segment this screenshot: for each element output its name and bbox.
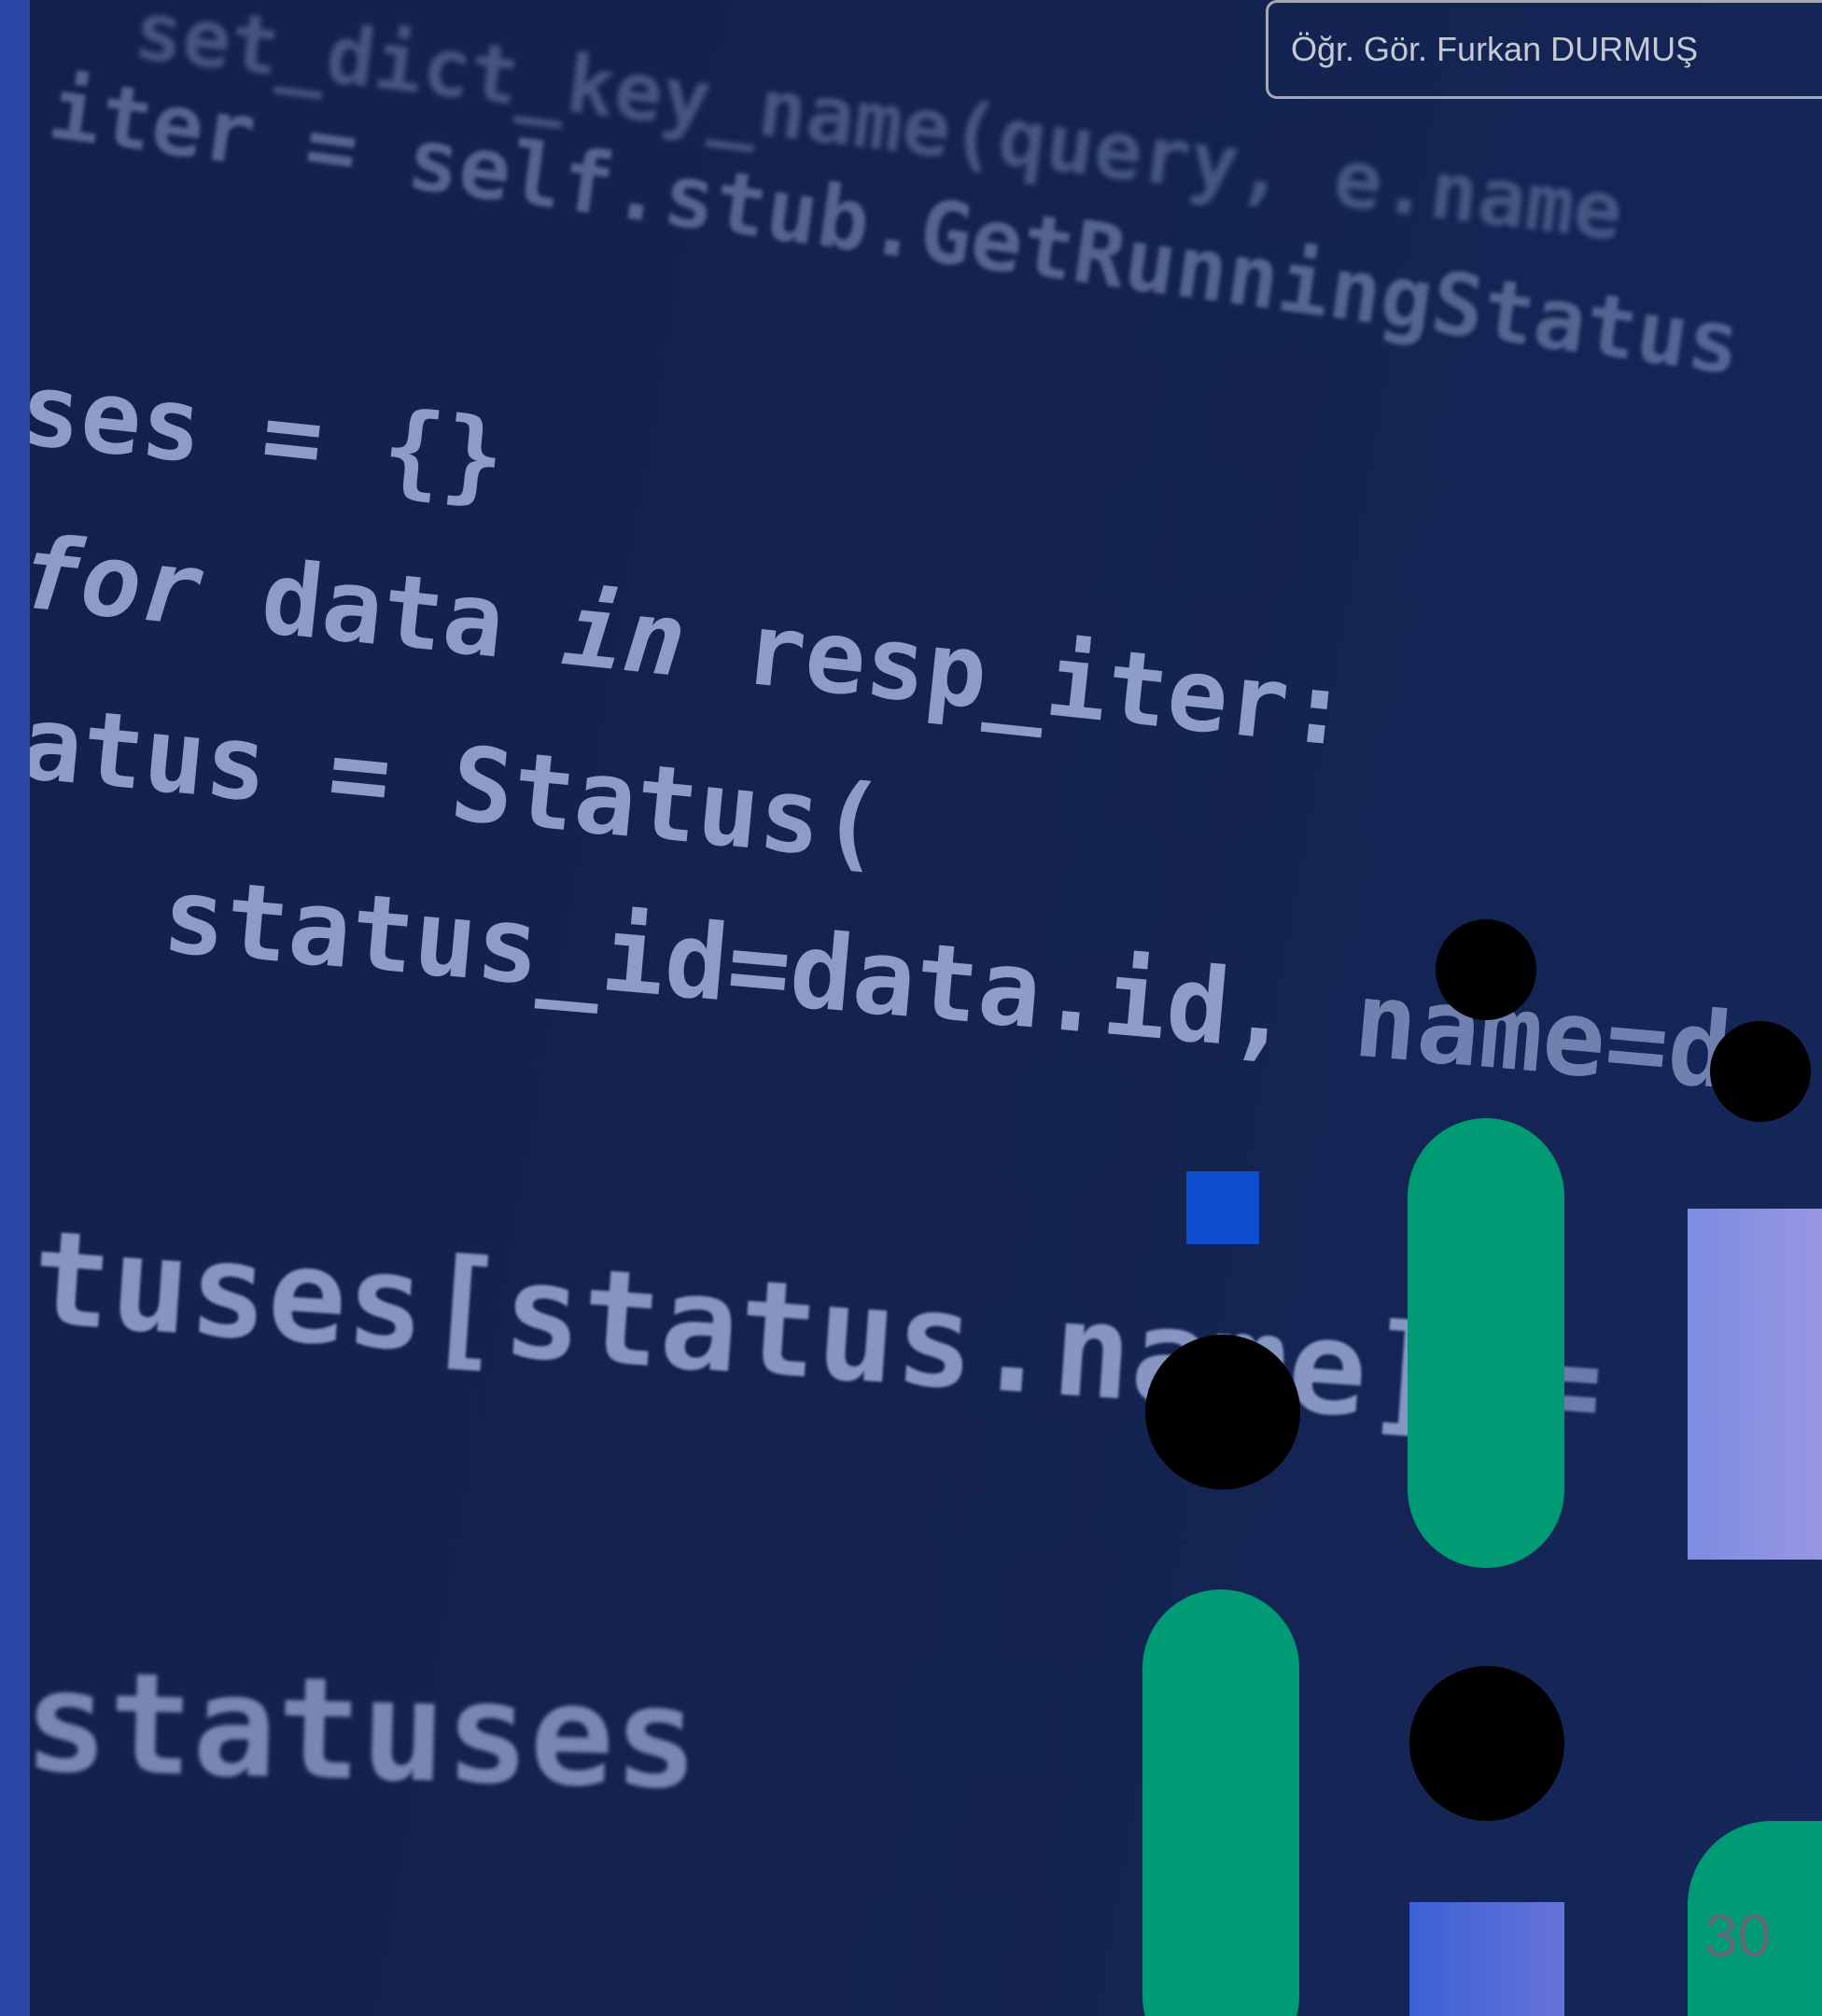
decor-pill: [1408, 1118, 1564, 1568]
author-label: Öğr. Gör. Furkan DURMUŞ: [1266, 0, 1822, 99]
decor-dot: [1145, 1335, 1300, 1490]
code-line-8: statuses: [21, 1641, 701, 1821]
keyword-for: for: [14, 514, 208, 650]
decor-block: [1409, 1902, 1564, 2016]
slide: set_dict_key_name(query, e.name iter = s…: [0, 0, 1822, 2016]
decor-dot: [1409, 1666, 1564, 1821]
decor-dot: [1710, 1021, 1811, 1122]
accent-stripe: [0, 0, 30, 2016]
decor-square: [1186, 1171, 1259, 1244]
decor-dot: [1436, 919, 1536, 1020]
author-name: Öğr. Gör. Furkan DURMUŞ: [1291, 30, 1699, 68]
keyword-in: in: [557, 571, 692, 701]
decor-block: [1688, 1209, 1822, 1560]
decor-pill: [1142, 1589, 1299, 2016]
page-number: 30: [1704, 1902, 1772, 1969]
